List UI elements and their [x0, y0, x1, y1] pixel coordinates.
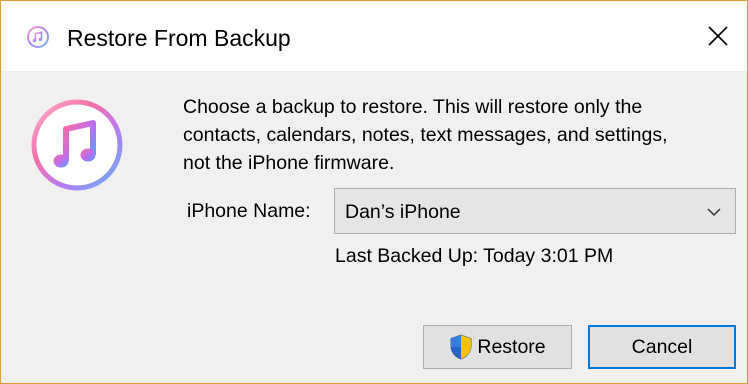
- iphone-name-dropdown[interactable]: Dan’s iPhone: [334, 188, 736, 234]
- uac-shield-icon: [450, 334, 472, 360]
- title-bar: Restore From Backup: [1, 1, 747, 71]
- cancel-button[interactable]: Cancel: [588, 325, 736, 369]
- itunes-icon: [31, 99, 123, 191]
- restore-description: Choose a backup to restore. This will re…: [183, 96, 668, 174]
- close-button[interactable]: [701, 19, 735, 53]
- iphone-name-value: Dan’s iPhone: [345, 201, 461, 223]
- dialog-body: Choose a backup to restore. This will re…: [1, 71, 747, 383]
- window-title: Restore From Backup: [67, 25, 291, 51]
- restore-button-label: Restore: [477, 335, 546, 358]
- iphone-name-label: iPhone Name:: [187, 200, 311, 222]
- restore-button[interactable]: Restore: [423, 325, 572, 369]
- itunes-icon: [27, 26, 49, 48]
- restore-dialog: Restore From Backup Choose a backup to r…: [0, 0, 748, 384]
- close-icon: [708, 26, 728, 46]
- last-backed-up-text: Last Backed Up: Today 3:01 PM: [335, 245, 614, 267]
- cancel-button-label: Cancel: [631, 335, 693, 358]
- chevron-down-icon: [707, 208, 721, 217]
